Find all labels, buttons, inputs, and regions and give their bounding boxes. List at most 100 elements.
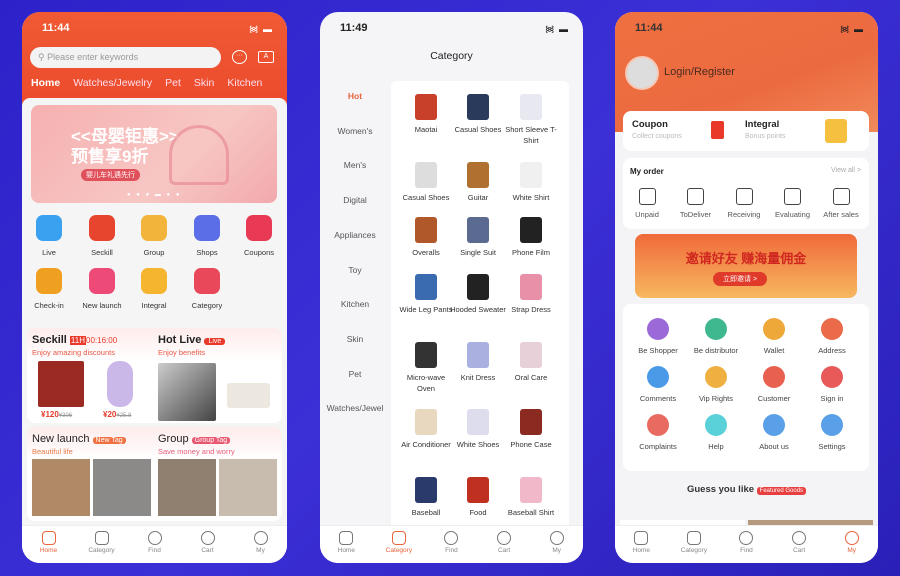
service-be-distributor[interactable]: Be distributor (684, 318, 748, 355)
tab-home[interactable]: Home (615, 526, 668, 563)
category-item[interactable]: Phone Film (503, 217, 559, 258)
tab-my[interactable]: My (530, 526, 583, 563)
category-item[interactable]: Knit Dress (450, 342, 506, 383)
order-evaluating[interactable]: Evaluating (767, 188, 819, 219)
category-item[interactable]: White Shoes (450, 409, 506, 450)
shortcut-integral[interactable]: Integral (128, 268, 180, 310)
sidebar-item[interactable]: Pet (320, 369, 390, 379)
live-image[interactable] (158, 363, 216, 421)
category-item[interactable]: Micro-wave Oven (398, 342, 454, 394)
invite-button[interactable]: 立即邀请 > (713, 272, 768, 286)
service-comments[interactable]: Comments (626, 366, 690, 403)
login-register-link[interactable]: Login/Register (664, 66, 735, 78)
tab-category[interactable]: Category (75, 526, 128, 563)
category-item[interactable]: Strap Dress (503, 274, 559, 315)
category-item[interactable]: Single Suit (450, 217, 506, 258)
tab-cart[interactable]: Cart (478, 526, 531, 563)
translate-icon[interactable]: A (258, 51, 274, 63)
shortcut-group[interactable]: Group (128, 215, 180, 257)
tab-find[interactable]: Find (128, 526, 181, 563)
product-image[interactable] (93, 459, 151, 516)
tab-category[interactable]: Category (373, 526, 426, 563)
service-vip-rights[interactable]: Vip Rights (684, 366, 748, 403)
tab-home[interactable]: Home (320, 526, 373, 563)
category-item[interactable]: Phone Case (503, 409, 559, 450)
service-wallet[interactable]: Wallet (742, 318, 806, 355)
category-item[interactable]: Casual Shoes (450, 94, 506, 135)
search-input[interactable]: ⚲ Please enter keywords (30, 47, 221, 68)
sidebar-item[interactable]: Women's (320, 126, 390, 136)
sidebar-item[interactable]: Hot (320, 91, 390, 101)
product-image[interactable] (219, 459, 277, 516)
nav-tab-kitchen[interactable]: Kitchen (227, 77, 262, 89)
view-all-link[interactable]: View all > (831, 167, 861, 174)
category-item[interactable]: Oral Care (503, 342, 559, 383)
promo-banner[interactable]: <<母婴钜惠>>预售享9折 婴儿车礼遇先行 ● ● ● ▬ ● ● (31, 105, 277, 203)
sidebar-item[interactable]: Digital (320, 195, 390, 205)
tab-cart[interactable]: Cart (181, 526, 234, 563)
shortcut-check-in[interactable]: Check-in (23, 268, 75, 310)
shortcut-new-launch[interactable]: New launch (76, 268, 128, 310)
service-about-us[interactable]: About us (742, 414, 806, 451)
category-item[interactable]: Baseball (398, 477, 454, 518)
category-item[interactable]: Air Conditioner (398, 409, 454, 450)
order-after-sales[interactable]: After sales (815, 188, 867, 219)
coupon-title[interactable]: Coupon (632, 119, 668, 130)
tab-cart[interactable]: Cart (773, 526, 826, 563)
nav-tab-skin[interactable]: Skin (194, 77, 214, 89)
tab-category[interactable]: Category (668, 526, 721, 563)
service-settings[interactable]: Settings (800, 414, 864, 451)
service-complaints[interactable]: Complaints (626, 414, 690, 451)
avatar[interactable] (625, 56, 659, 90)
category-item[interactable]: Casual Shoes (398, 162, 454, 203)
order-todeliver[interactable]: ToDeliver (670, 188, 722, 219)
service-help[interactable]: Help (684, 414, 748, 451)
sidebar-item[interactable]: Skin (320, 334, 390, 344)
seckill-section[interactable]: Seckill 11H00:16:00 (32, 334, 117, 346)
nav-tab-home[interactable]: Home (31, 77, 60, 89)
product-image[interactable] (38, 361, 84, 407)
tab-my[interactable]: My (825, 526, 878, 563)
category-item[interactable]: Maotai (398, 94, 454, 135)
hotlive-section[interactable]: Hot Live Live (158, 334, 226, 346)
integral-title[interactable]: Integral (745, 119, 779, 130)
category-item[interactable]: Food (450, 477, 506, 518)
category-item[interactable]: Wide Leg Pants (398, 274, 454, 315)
order-receiving[interactable]: Receiving (718, 188, 770, 219)
sidebar-item[interactable]: Appliances (320, 230, 390, 240)
shortcut-coupons[interactable]: Coupons (233, 215, 285, 257)
sidebar-item[interactable]: Men's (320, 160, 390, 170)
tab-find[interactable]: Find (425, 526, 478, 563)
invite-banner[interactable]: 邀请好友 赚海量佣金 立即邀请 > (635, 234, 857, 298)
category-item[interactable]: Baseball Shirt (503, 477, 559, 518)
category-item[interactable]: Overalls (398, 217, 454, 258)
category-item[interactable]: Short Sleeve T-Shirt (503, 94, 559, 146)
sidebar-item[interactable]: Watches/Jewel (320, 403, 390, 413)
tab-my[interactable]: My (234, 526, 287, 563)
shortcut-shops[interactable]: Shops (181, 215, 233, 257)
product-image[interactable] (107, 361, 133, 407)
service-address[interactable]: Address (800, 318, 864, 355)
category-item[interactable]: Guitar (450, 162, 506, 203)
product-image[interactable] (227, 383, 270, 408)
group-section[interactable]: Group Group Tag (158, 433, 231, 445)
shortcut-category[interactable]: Category (181, 268, 233, 310)
service-customer[interactable]: Customer (742, 366, 806, 403)
shortcut-seckill[interactable]: Seckill (76, 215, 128, 257)
nav-tab-watches-jewelry[interactable]: Watches/Jewelry (73, 77, 152, 89)
product-image[interactable] (158, 459, 216, 516)
product-image[interactable] (32, 459, 90, 516)
service-be-shopper[interactable]: Be Shopper (626, 318, 690, 355)
tab-find[interactable]: Find (720, 526, 773, 563)
nav-tab-pet[interactable]: Pet (165, 77, 181, 89)
order-unpaid[interactable]: Unpaid (621, 188, 673, 219)
service-sign-in[interactable]: Sign in (800, 366, 864, 403)
shortcut-live[interactable]: Live (23, 215, 75, 257)
sidebar-item[interactable]: Kitchen (320, 299, 390, 309)
tab-home[interactable]: Home (22, 526, 75, 563)
category-item[interactable]: Hooded Sweater (450, 274, 506, 315)
message-icon[interactable]: ··· (232, 50, 247, 64)
sidebar-item[interactable]: Toy (320, 265, 390, 275)
carousel-dots[interactable]: ● ● ● ▬ ● ● (127, 192, 181, 198)
newlaunch-section[interactable]: New launch New Tag (32, 433, 126, 445)
